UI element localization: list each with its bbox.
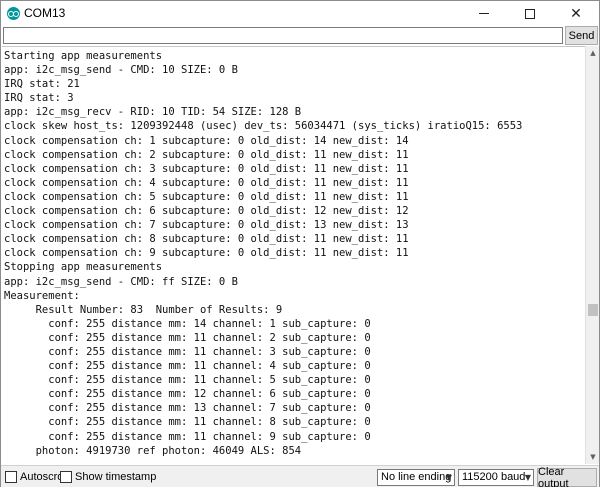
send-button[interactable]: Send <box>565 26 598 45</box>
output-line: conf: 255 distance mm: 11 channel: 2 sub… <box>4 331 371 344</box>
output-line: app: i2c_msg_send - CMD: ff SIZE: 0 B <box>4 275 238 288</box>
scroll-thumb[interactable] <box>588 304 598 316</box>
output-line: conf: 255 distance mm: 13 channel: 7 sub… <box>4 402 371 415</box>
autoscroll-checkbox[interactable] <box>5 471 17 483</box>
chevron-down-icon: ▼ <box>524 473 531 482</box>
output-line: conf: 255 distance mm: 11 channel: 8 sub… <box>4 416 371 429</box>
output-line: clock compensation ch: 2 subcapture: 0 o… <box>4 148 409 161</box>
output-line: app: i2c_msg_send - CMD: 10 SIZE: 0 B <box>4 64 238 77</box>
output-line: clock compensation ch: 3 subcapture: 0 o… <box>4 162 409 175</box>
chevron-down-icon: ▼ <box>445 473 452 482</box>
vertical-scrollbar[interactable]: ▲ ▼ <box>585 46 599 464</box>
output-line: clock compensation ch: 7 subcapture: 0 o… <box>4 219 409 232</box>
output-line: Result Number: 83 Number of Results: 9 <box>4 303 283 316</box>
send-row: Send <box>1 26 599 46</box>
serial-monitor-window: COM13 ✕ Send Starting app measurements ap… <box>0 0 600 487</box>
maximize-icon <box>525 8 535 19</box>
output-line: conf: 255 distance mm: 11 channel: 3 sub… <box>4 345 371 358</box>
output-line: IRQ stat: 21 <box>4 78 80 91</box>
message-input[interactable] <box>3 27 563 44</box>
output-line: clock compensation ch: 6 subcapture: 0 o… <box>4 205 409 218</box>
output-line: conf: 255 distance mm: 11 channel: 4 sub… <box>4 360 371 373</box>
minimize-button[interactable] <box>461 1 507 26</box>
close-icon: ✕ <box>570 5 582 22</box>
output-line: conf: 255 distance mm: 11 channel: 5 sub… <box>4 374 371 387</box>
output-line: clock compensation ch: 9 subcapture: 0 o… <box>4 247 409 260</box>
title-bar[interactable]: COM13 ✕ <box>1 1 599 26</box>
output-line: Measurement: <box>4 289 80 302</box>
bottom-bar: Autoscroll Show timestamp No line ending… <box>1 465 599 487</box>
output-line: clock skew host_ts: 1209392448 (usec) de… <box>4 120 523 133</box>
output-line: app: i2c_msg_recv - RID: 10 TID: 54 SIZE… <box>4 106 302 119</box>
output-line: conf: 255 distance mm: 12 channel: 6 sub… <box>4 388 371 401</box>
output-line: clock compensation ch: 5 subcapture: 0 o… <box>4 190 409 203</box>
output-line: Starting app measurements <box>4 50 163 62</box>
output-line: clock compensation ch: 8 subcapture: 0 o… <box>4 233 409 246</box>
close-button[interactable]: ✕ <box>553 1 599 26</box>
output-line: conf: 255 distance mm: 11 channel: 9 sub… <box>4 430 371 443</box>
show-timestamp-label: Show timestamp <box>75 471 157 483</box>
output-line: IRQ stat: 3 <box>4 92 74 105</box>
serial-output[interactable]: Starting app measurements app: i2c_msg_se… <box>2 46 585 464</box>
scroll-up-icon[interactable]: ▲ <box>586 46 600 60</box>
window-title: COM13 <box>24 6 66 20</box>
line-ending-select[interactable]: No line ending ▼ <box>377 469 455 486</box>
output-line: photon: 4919730 ref photon: 46049 ALS: 8… <box>4 444 302 457</box>
output-line: Stopping app measurements <box>4 261 163 274</box>
arduino-icon <box>7 7 20 20</box>
output-line: clock compensation ch: 1 subcapture: 0 o… <box>4 134 409 147</box>
minimize-icon <box>479 13 489 14</box>
baud-rate-value: 115200 baud <box>462 471 526 483</box>
output-line: clock compensation ch: 4 subcapture: 0 o… <box>4 176 409 189</box>
scroll-down-icon[interactable]: ▼ <box>586 450 600 464</box>
show-timestamp-checkbox[interactable] <box>60 471 72 483</box>
output-line: conf: 255 distance mm: 14 channel: 1 sub… <box>4 317 371 330</box>
clear-output-button[interactable]: Clear output <box>537 466 597 487</box>
maximize-button[interactable] <box>507 1 553 26</box>
output-lines: Starting app measurements app: i2c_msg_se… <box>4 49 522 458</box>
line-ending-value: No line ending <box>381 471 452 483</box>
baud-rate-select[interactable]: 115200 baud ▼ <box>458 469 534 486</box>
